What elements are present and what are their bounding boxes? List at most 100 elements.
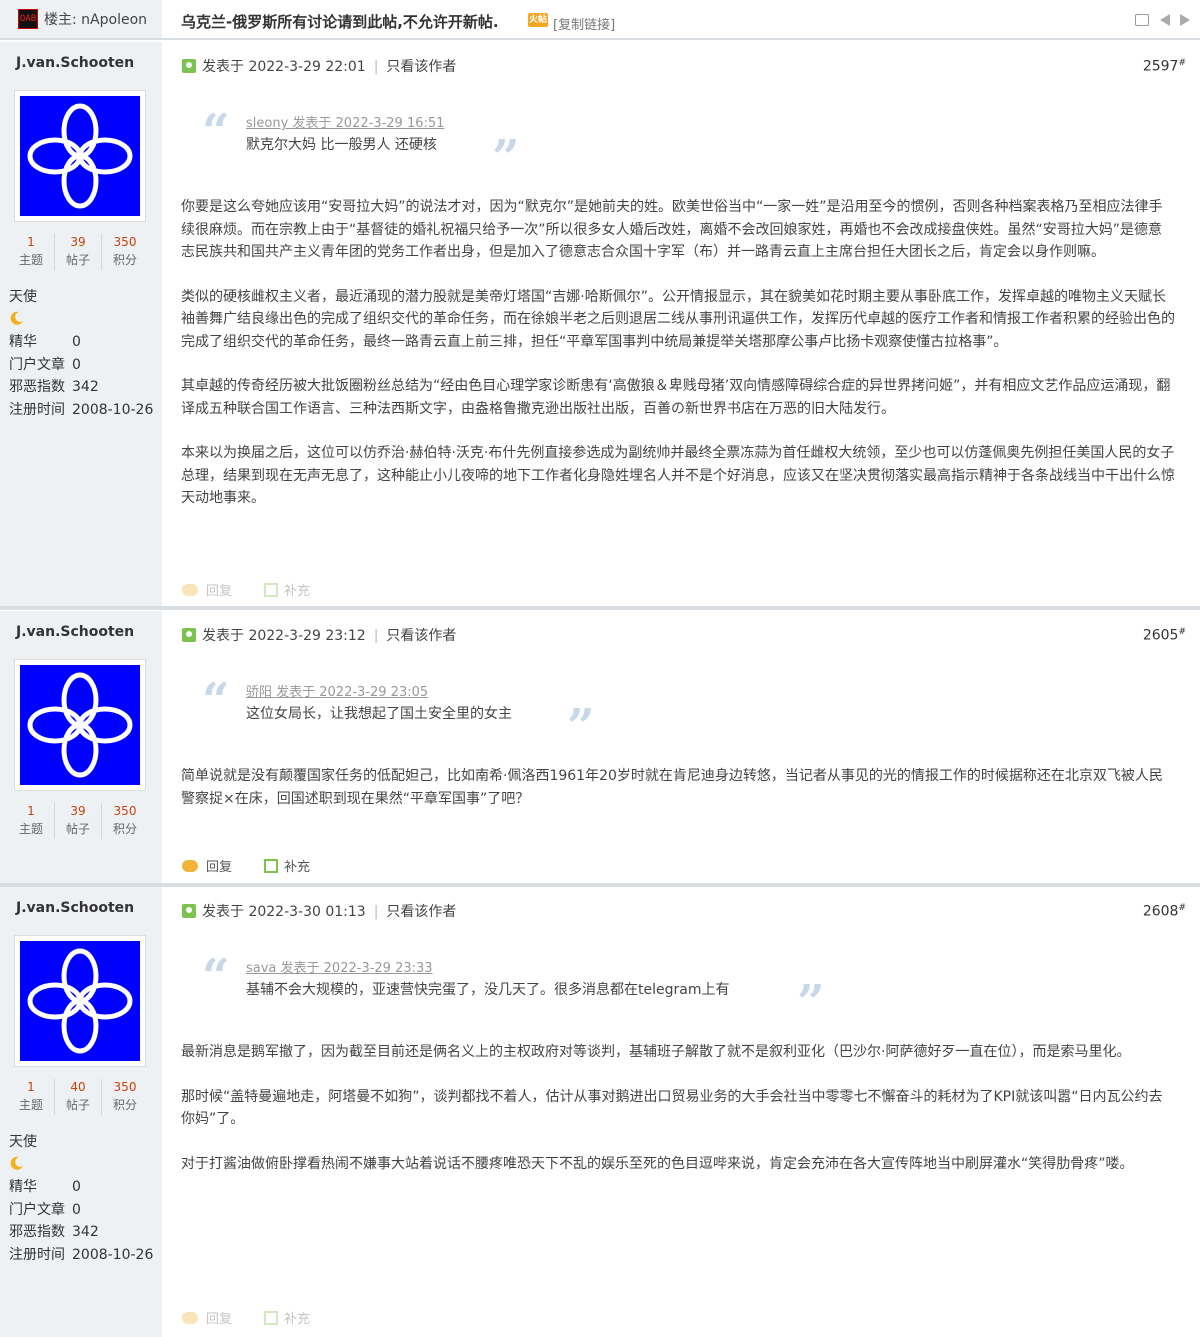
stat-value: 40 xyxy=(70,1080,86,1094)
stat-value: 1 xyxy=(27,235,35,249)
stat-posts[interactable]: 40 帖子 xyxy=(54,1079,101,1115)
reply-button[interactable]: 回复 xyxy=(182,856,232,875)
reply-button[interactable]: 回复 xyxy=(182,580,232,599)
quote-close-icon: ” xyxy=(797,975,825,1031)
stat-topics[interactable]: 1 主题 xyxy=(8,803,54,839)
prev-thread-icon[interactable] xyxy=(1159,14,1170,26)
online-status-icon xyxy=(182,628,196,642)
supplement-button[interactable]: 补充 xyxy=(264,1308,310,1327)
supplement-button[interactable]: 补充 xyxy=(264,856,310,875)
print-icon[interactable] xyxy=(1135,14,1150,26)
thread-tools xyxy=(1129,14,1190,28)
quote-open-icon: “ xyxy=(202,949,230,1005)
stat-points[interactable]: 350 积分 xyxy=(101,234,148,270)
stat-points[interactable]: 350 积分 xyxy=(101,803,148,839)
owner-avatar-icon[interactable]: OAB xyxy=(18,9,38,29)
stat-value: 39 xyxy=(70,235,86,249)
floor-number[interactable]: 2597# xyxy=(1143,58,1186,75)
quote-source[interactable]: sava 发表于 2022-3-29 23:33 xyxy=(246,957,433,976)
thread-owner[interactable]: 楼主: nApoleon xyxy=(44,9,147,29)
user-rank: 天使 xyxy=(9,289,37,305)
floor-number[interactable]: 2608# xyxy=(1143,903,1186,920)
info-label: 邪恶指数 xyxy=(9,1224,65,1240)
posted-label: 发表于 xyxy=(202,59,244,75)
stat-posts[interactable]: 39 帖子 xyxy=(54,234,101,270)
floor-value: 2605 xyxy=(1142,627,1179,644)
info-label: 精华 xyxy=(9,1179,37,1195)
post-paragraph: 本来以为换届之后，这位可以仿乔治·赫伯特·沃克·布什先例直接参选成为副统帅并最终… xyxy=(181,445,1175,506)
info-label: 注册时间 xyxy=(9,401,65,418)
reply-label: 回复 xyxy=(206,860,233,875)
post-body: 你要是这么夸她应该用“安哥拉大妈”的说法才对，因为“默克尔”是她前夫的姓。欧美世… xyxy=(181,196,1175,532)
stat-topics[interactable]: 1 主题 xyxy=(8,234,54,270)
moon-icon xyxy=(10,311,23,325)
info-value: 342 xyxy=(72,1224,99,1240)
info-value: 2008-10-26 xyxy=(72,401,154,418)
only-author-link[interactable]: 只看该作者 xyxy=(386,59,456,75)
avatar[interactable] xyxy=(14,935,146,1067)
next-thread-icon[interactable] xyxy=(1180,14,1190,26)
floor-number[interactable]: 2605# xyxy=(1143,627,1186,644)
post-time: 2022-3-29 22:01 xyxy=(248,59,366,75)
thread-title: 乌克兰-俄罗斯所有讨论请到此帖,不允许开新帖. xyxy=(181,13,499,31)
floor-value: 2608 xyxy=(1142,903,1179,920)
author-name[interactable]: J.van.Schooten xyxy=(16,900,134,916)
reply-icon xyxy=(182,584,198,596)
info-label: 精华 xyxy=(9,334,37,350)
reply-icon xyxy=(182,860,198,872)
quote-source[interactable]: sleony 发表于 2022-3-29 16:51 xyxy=(246,112,444,131)
supplement-button[interactable]: 补充 xyxy=(264,580,310,599)
avatar[interactable] xyxy=(14,659,146,791)
info-label: 门户文章 xyxy=(9,1201,65,1218)
reply-icon xyxy=(182,1312,198,1324)
quote-text: 基辅不会大规模的，亚速营快完蛋了，没几天了。很多消息都在telegram上有 xyxy=(246,982,730,998)
author-name[interactable]: J.van.Schooten xyxy=(16,624,134,640)
supplement-label: 补充 xyxy=(284,860,311,875)
stat-points[interactable]: 350 积分 xyxy=(101,1079,148,1115)
post-content: 发表于 2022-3-29 23:12 | 只看该作者 2605# “ 骄阳 发表于… xyxy=(162,611,1200,883)
post-content: 发表于 2022-3-30 01:13 | 只看该作者 2608# “ sava 发… xyxy=(162,887,1200,1337)
avatar[interactable] xyxy=(14,90,146,222)
reply-button[interactable]: 回复 xyxy=(182,1308,232,1327)
info-label: 门户文章 xyxy=(9,356,65,373)
stat-posts[interactable]: 39 帖子 xyxy=(54,803,101,839)
stat-label: 帖子 xyxy=(65,822,90,836)
info-label: 注册时间 xyxy=(9,1246,65,1263)
meta-divider: | xyxy=(373,628,379,644)
copy-link[interactable]: [复制链接] xyxy=(553,14,615,33)
quote-text: 这位女局长，让我想起了国土安全里的女主 xyxy=(246,706,512,722)
post: J.van.Schooten 1 主题 40 帖子 350 积分 天使 精华 0 门户文… xyxy=(0,887,1200,1337)
author-name[interactable]: J.van.Schooten xyxy=(16,55,134,71)
stat-label: 积分 xyxy=(112,253,137,267)
quote-open-icon: “ xyxy=(202,673,230,729)
supplement-icon xyxy=(264,859,279,873)
only-author-link[interactable]: 只看该作者 xyxy=(386,628,456,644)
author-stats: 1 主题 40 帖子 350 积分 xyxy=(8,1079,148,1115)
meta-divider: | xyxy=(373,904,379,920)
info-value: 0 xyxy=(72,334,81,350)
post-paragraph: 简单说就是没有颠覆国家任务的低配妲己，比如南希·佩洛西1961年20岁时就在肯尼… xyxy=(181,768,1163,807)
moon-icon xyxy=(10,1156,23,1170)
author-sidebar: J.van.Schooten 1 主题 39 帖子 350 积分 天使 精华 0 门户文… xyxy=(0,42,162,606)
stat-value: 350 xyxy=(113,235,137,249)
supplement-icon xyxy=(264,583,279,597)
post-paragraph: 其卓越的传奇经历被大批饭圈粉丝总结为“经由色目心理学家诊断患有‘高傲狼＆卑贱母猪… xyxy=(181,378,1171,417)
posted-label: 发表于 xyxy=(202,904,244,920)
post: J.van.Schooten 1 主题 39 帖子 350 积分 天使 精华 0 门户文… xyxy=(0,42,1200,610)
info-value: 0 xyxy=(72,1201,81,1218)
user-info: 精华 0 门户文章 0 邪恶指数 342 注册时间 2008-10-26 xyxy=(9,331,153,421)
stat-value: 1 xyxy=(27,804,35,818)
post-body: 简单说就是没有颠覆国家任务的低配妲己，比如南希·佩洛西1961年20岁时就在肯尼… xyxy=(181,765,1175,832)
author-stats: 1 主题 39 帖子 350 积分 xyxy=(8,803,148,839)
stat-label: 主题 xyxy=(18,822,43,836)
quote-source[interactable]: 骄阳 发表于 2022-3-29 23:05 xyxy=(246,681,428,700)
stat-label: 积分 xyxy=(112,1098,137,1112)
supplement-label: 补充 xyxy=(284,584,311,599)
stat-topics[interactable]: 1 主题 xyxy=(8,1079,54,1115)
quote-close-icon: ” xyxy=(492,130,520,186)
post-time: 2022-3-29 23:12 xyxy=(248,628,366,644)
stat-label: 主题 xyxy=(18,253,43,267)
only-author-link[interactable]: 只看该作者 xyxy=(386,904,456,920)
info-value: 2008-10-26 xyxy=(72,1246,154,1263)
online-status-icon xyxy=(182,904,196,918)
